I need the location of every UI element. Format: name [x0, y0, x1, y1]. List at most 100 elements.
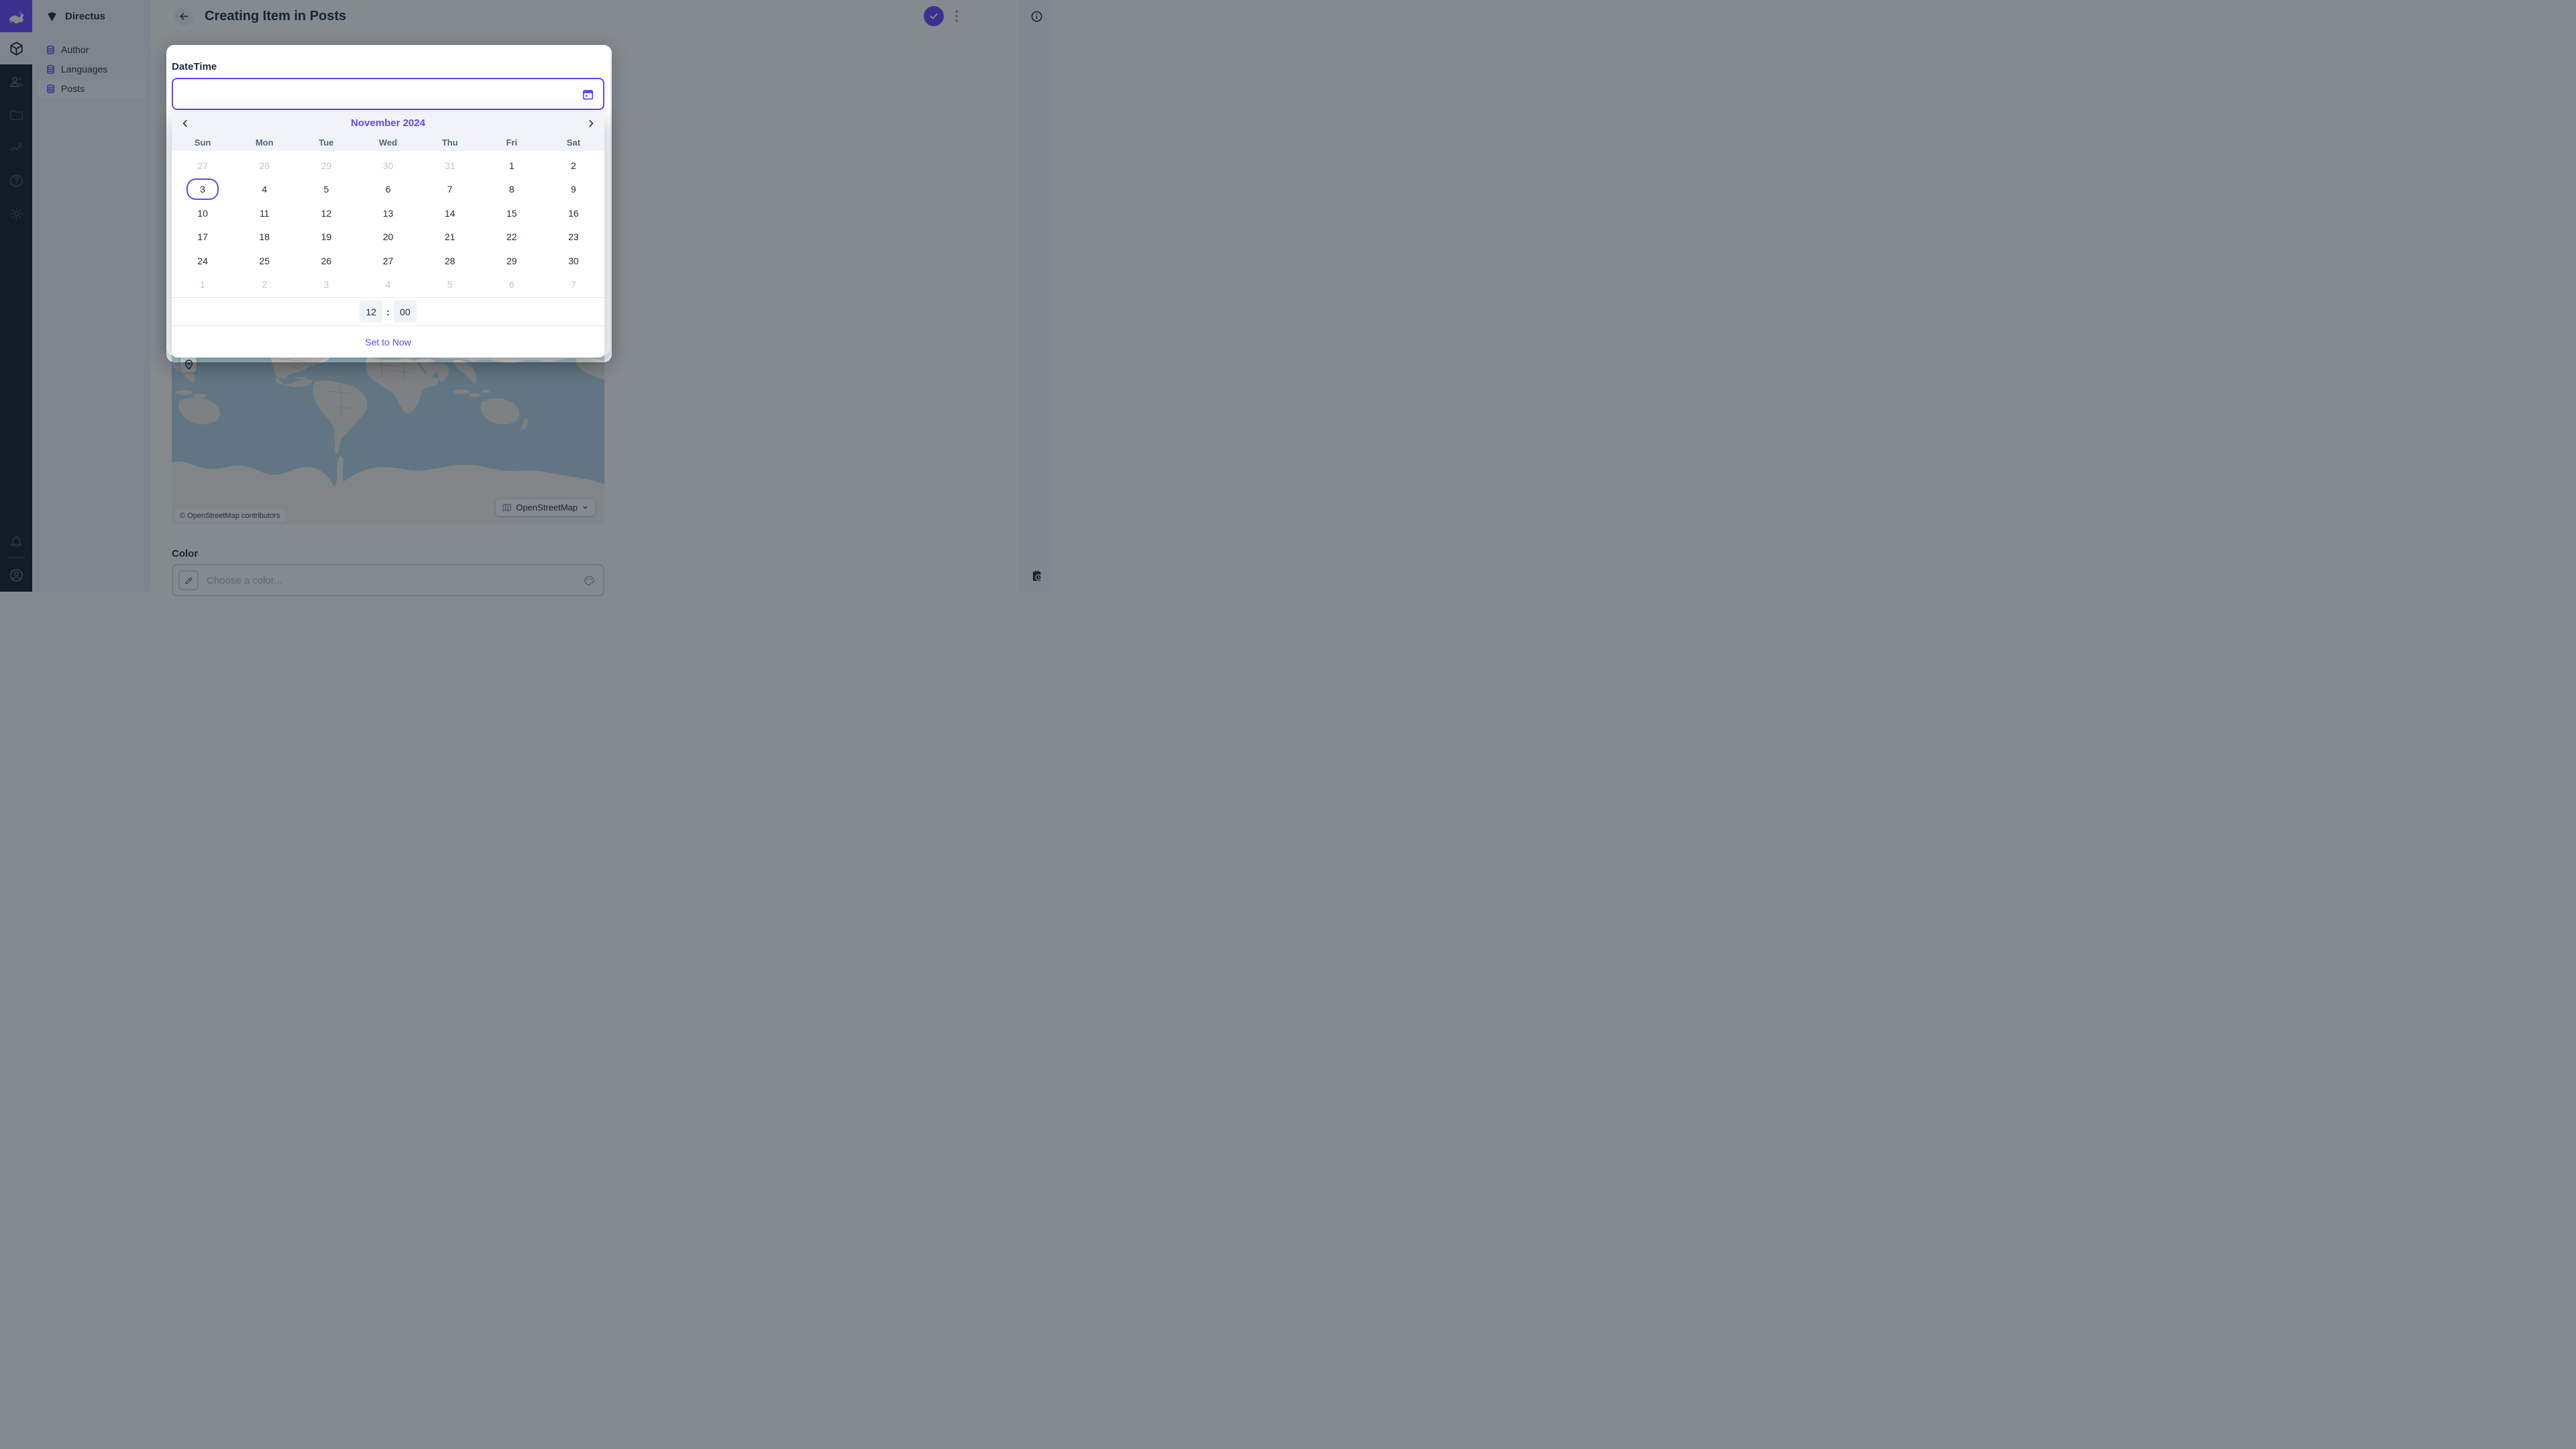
calendar-day[interactable]: 1 [481, 154, 543, 178]
calendar-day[interactable]: 6 [357, 178, 419, 202]
world-map [172, 350, 604, 525]
set-to-now-button[interactable]: Set to Now [365, 337, 411, 347]
map-layer-button[interactable]: OpenStreetMap [496, 499, 595, 516]
color-swatch-button[interactable] [178, 570, 199, 590]
calendar-day[interactable]: 5 [295, 178, 357, 202]
calendar-day[interactable]: 7 [543, 273, 604, 297]
calendar-day[interactable]: 2 [233, 273, 295, 297]
calendar-day[interactable]: 29 [295, 154, 357, 178]
calendar-day[interactable]: 28 [233, 154, 295, 178]
revisions-sidebar-button[interactable] [1020, 559, 1053, 592]
next-month-button[interactable] [582, 115, 600, 132]
calendar-day[interactable]: 30 [357, 154, 419, 178]
nav-sidebar: Directus Author Languages Posts [32, 0, 151, 592]
project-name: Directus [65, 11, 105, 22]
calendar-day[interactable]: 11 [233, 201, 295, 225]
account-button[interactable] [0, 559, 32, 591]
calendar-day[interactable]: 24 [172, 249, 233, 273]
nav-item-label: Author [61, 44, 89, 55]
calendar-day[interactable]: 6 [481, 273, 543, 297]
calendar-day[interactable]: 9 [543, 178, 604, 202]
calendar-day[interactable]: 13 [357, 201, 419, 225]
hour-input[interactable]: 12 [360, 301, 382, 323]
calendar-day[interactable]: 26 [295, 249, 357, 273]
calendar-day[interactable]: 3 [295, 273, 357, 297]
chevron-right-icon [586, 119, 596, 128]
info-sidebar-button[interactable] [1020, 0, 1053, 32]
module-insights[interactable] [0, 131, 32, 164]
map-field[interactable]: © OpenStreetMap contributors OpenStreetM… [172, 350, 604, 525]
eyedropper-icon [184, 576, 194, 586]
module-help[interactable] [0, 164, 32, 197]
chevron-down-icon [582, 504, 589, 511]
calendar-day[interactable]: 20 [357, 225, 419, 250]
directus-logo[interactable] [0, 0, 32, 32]
calendar-day[interactable]: 7 [419, 178, 481, 202]
module-content[interactable] [0, 32, 32, 64]
calendar-day[interactable]: 14 [419, 201, 481, 225]
module-settings[interactable] [0, 197, 32, 229]
more-options-button[interactable] [951, 7, 963, 25]
save-button[interactable] [924, 6, 944, 26]
datetime-field-label: DateTime [172, 61, 217, 72]
calendar-day[interactable]: 10 [172, 201, 233, 225]
color-field-label: Color [172, 548, 198, 559]
calendar-day[interactable]: 16 [543, 201, 604, 225]
module-bar-divider [7, 557, 25, 558]
previous-month-button[interactable] [176, 115, 194, 132]
weekday-row: SunMonTueWedThuFriSat [172, 134, 604, 151]
nav-item-languages[interactable]: Languages [36, 60, 147, 78]
calendar-day[interactable]: 25 [233, 249, 295, 273]
right-sidebar [1020, 0, 1052, 592]
calendar-day[interactable]: 8 [481, 178, 543, 202]
time-row: 12 : 00 [172, 297, 604, 326]
calendar-icon[interactable] [582, 88, 594, 101]
help-icon [9, 173, 24, 189]
nav-item-posts[interactable]: Posts [36, 80, 147, 97]
calendar-day[interactable]: 31 [419, 154, 481, 178]
calendar-day[interactable]: 29 [481, 249, 543, 273]
calendar-day[interactable]: 5 [419, 273, 481, 297]
calendar-day[interactable]: 19 [295, 225, 357, 250]
database-icon [46, 84, 56, 94]
datetime-input-wrapper [172, 78, 604, 110]
module-files[interactable] [0, 99, 32, 131]
calendar-day[interactable]: 18 [233, 225, 295, 250]
month-label[interactable]: November 2024 [351, 117, 425, 129]
calendar-day[interactable]: 2 [543, 154, 604, 178]
calendar-day[interactable]: 27 [172, 154, 233, 178]
weekday-label: Fri [481, 134, 543, 151]
palette-icon[interactable] [584, 575, 595, 586]
calendar-day[interactable]: 4 [233, 178, 295, 202]
calendar-day[interactable]: 28 [419, 249, 481, 273]
calendar-day[interactable]: 17 [172, 225, 233, 250]
calendar-day[interactable]: 21 [419, 225, 481, 250]
calendar-day[interactable]: 30 [543, 249, 604, 273]
map-layer-label: OpenStreetMap [516, 502, 578, 513]
calendar-day[interactable]: 1 [172, 273, 233, 297]
calendar-day[interactable]: 12 [295, 201, 357, 225]
color-input[interactable] [199, 575, 584, 586]
users-icon [9, 74, 24, 90]
box-icon [9, 41, 24, 56]
weekday-label: Sat [543, 134, 604, 151]
info-icon [1030, 10, 1043, 23]
calendar-day-selected[interactable]: 3 [172, 178, 233, 202]
calendar-day[interactable]: 22 [481, 225, 543, 250]
calendar-day[interactable]: 15 [481, 201, 543, 225]
map-icon [502, 502, 512, 513]
module-users[interactable] [0, 66, 32, 98]
minute-input[interactable]: 00 [394, 301, 417, 323]
calendar-day[interactable]: 23 [543, 225, 604, 250]
collections-list: Author Languages Posts [32, 32, 151, 97]
map-add-point-button[interactable] [180, 356, 197, 372]
weekday-label: Mon [233, 134, 295, 151]
calendar-day[interactable]: 4 [357, 273, 419, 297]
nav-item-author[interactable]: Author [36, 41, 147, 58]
calendar-day[interactable]: 27 [357, 249, 419, 273]
project-header[interactable]: Directus [32, 0, 151, 32]
datetime-input[interactable] [173, 89, 582, 100]
notifications-button[interactable] [0, 526, 32, 558]
page-header: Creating Item in Posts [151, 0, 1020, 32]
back-button[interactable] [174, 7, 193, 25]
